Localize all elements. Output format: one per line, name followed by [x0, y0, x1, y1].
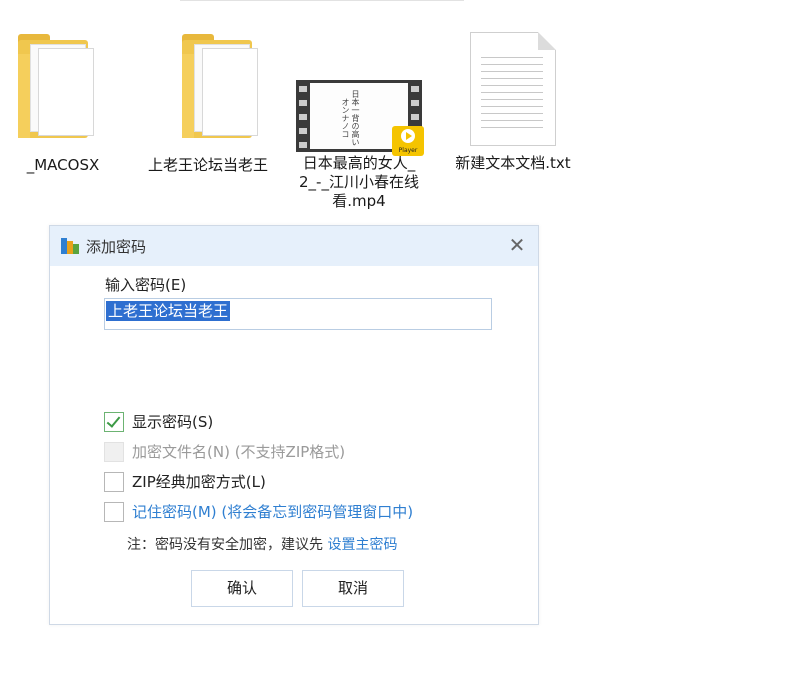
checkbox-checked-icon: [104, 412, 124, 432]
remember-password-label: 记住密码(M) (将会备忘到密码管理窗口中): [132, 503, 414, 521]
file-label: 上老王论坛当老王: [148, 156, 269, 174]
password-label: 输入密码(E): [105, 276, 187, 294]
add-password-dialog: 添加密码 ✕ 输入密码(E) 上老王论坛当老王 显示密码(S) 加密文件名(N)…: [49, 225, 539, 625]
encrypt-filenames-label: 加密文件名(N) (不支持ZIP格式): [132, 443, 346, 461]
zip-classic-label: ZIP经典加密方式(L): [132, 473, 266, 491]
security-note: 注：密码没有安全加密，建议先 设置主密码: [127, 537, 398, 553]
file-label: 日本最高的女人_2_-_江川小春在线看.mp4: [299, 154, 419, 210]
archive-app-icon: [61, 238, 79, 254]
dialog-titlebar[interactable]: 添加密码 ✕: [50, 226, 538, 266]
video-file-icon: 日本一背の高いオンナノコ Player: [296, 80, 424, 156]
file-label: _MACOSX: [26, 156, 100, 174]
show-password-label: 显示密码(S): [132, 413, 214, 431]
file-item-video[interactable]: 日本一背の高いオンナノコ Player 日本最高的女人_2_-_江川小春在线看.…: [296, 80, 424, 211]
dialog-title: 添加密码: [86, 238, 147, 256]
file-item-folder[interactable]: 上老王论坛当老王: [148, 34, 268, 175]
file-label: 新建文本文档.txt: [455, 154, 571, 172]
set-master-password-link[interactable]: 设置主密码: [327, 537, 397, 553]
folder-icon: [182, 34, 262, 142]
file-item-macosx[interactable]: _MACOSX: [0, 34, 112, 175]
player-badge-icon: Player: [392, 126, 424, 156]
checkbox-icon: [104, 472, 124, 492]
folder-icon: [18, 34, 98, 142]
checkbox-icon: [104, 502, 124, 522]
divider: [180, 0, 464, 1]
password-input[interactable]: 上老王论坛当老王: [104, 298, 492, 330]
cancel-button[interactable]: 取消: [302, 570, 404, 607]
close-icon[interactable]: ✕: [506, 234, 528, 256]
text-document-icon: [470, 32, 556, 146]
checkbox-disabled-icon: [104, 442, 124, 462]
password-value: 上老王论坛当老王: [106, 301, 231, 321]
confirm-button[interactable]: 确认: [191, 570, 293, 607]
file-item-textdoc[interactable]: 新建文本文档.txt: [453, 32, 573, 173]
